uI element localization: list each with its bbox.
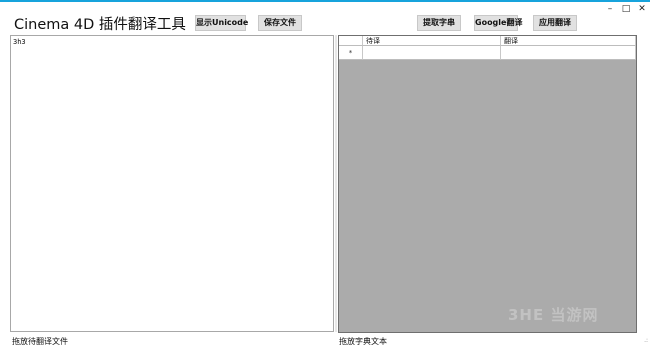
column-header-source[interactable]: 待译 [363,36,501,46]
watermark-logo: 3HE 当游网 [508,306,599,324]
status-drop-file-hint: 拖放待翻译文件 [12,337,68,346]
source-text-editor[interactable]: 3h3 [10,35,334,332]
apply-translation-button[interactable]: 应用翻译 [533,15,577,31]
minimize-icon[interactable]: – [604,4,616,14]
window-accent-bar [0,0,650,2]
show-unicode-button[interactable]: 显示Unicode [195,15,248,31]
column-header-translation[interactable]: 翻译 [501,36,636,46]
app-title: Cinema 4D 插件翻译工具 [14,17,186,33]
resize-grip-icon[interactable]: .: [644,337,648,344]
maximize-icon[interactable]: □ [620,4,632,14]
new-row-marker[interactable]: * [339,46,363,60]
new-row-translation-cell[interactable] [501,46,636,60]
status-drop-dictionary-hint: 拖放字典文本 [339,337,387,346]
new-row-source-cell[interactable] [363,46,501,60]
editor-content: 3h3 [13,38,26,46]
google-translate-button[interactable]: Google翻译 [474,15,522,31]
extract-strings-button[interactable]: 提取字串 [417,15,461,31]
splitter[interactable] [335,35,337,332]
close-icon[interactable]: ✕ [636,4,648,14]
translation-grid[interactable]: 待译 翻译 * [338,35,637,333]
grid-corner-header [339,36,363,46]
save-file-button[interactable]: 保存文件 [258,15,302,31]
